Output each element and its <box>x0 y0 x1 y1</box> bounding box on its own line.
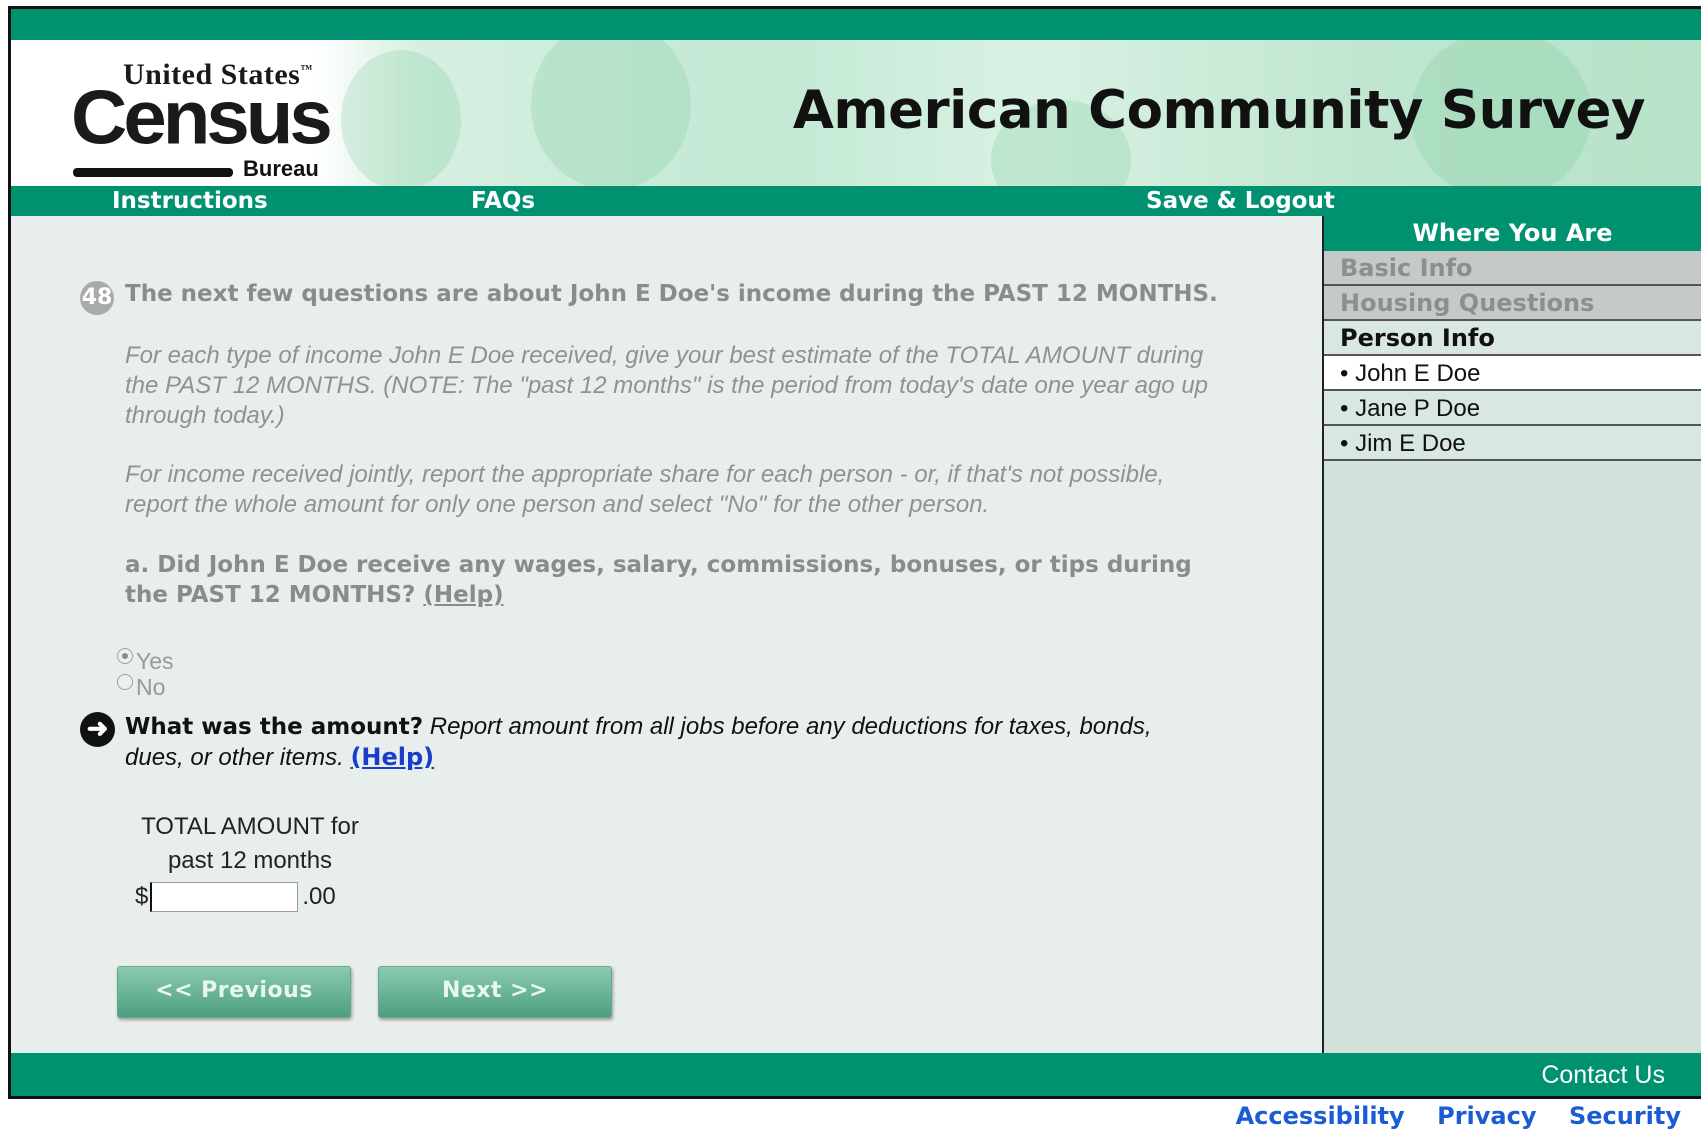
sub-question-a-text: a. Did John E Doe receive any wages, sal… <box>125 552 1192 608</box>
option-no[interactable]: No <box>117 673 166 701</box>
logo-bureau: Bureau <box>243 156 319 181</box>
cents-suffix: .00 <box>302 883 336 910</box>
nav-save-logout-link[interactable]: Save & Logout <box>1146 188 1335 214</box>
sub-question-a-help-link[interactable]: (Help) <box>423 582 503 608</box>
total-amount-label-line2: past 12 months <box>167 847 333 874</box>
banner-decoration <box>341 50 461 186</box>
option-no-label: No <box>136 674 166 700</box>
question-text: The next few questions are about John E … <box>125 281 1218 307</box>
option-yes-label: Yes <box>136 648 174 674</box>
question-number-badge: 48 <box>80 281 114 315</box>
contact-us-link[interactable]: Contact Us <box>1541 1061 1665 1090</box>
amount-question: What was the amount? Report amount from … <box>125 712 1215 773</box>
amount-question-bold: What was the amount? <box>125 714 424 740</box>
next-button[interactable]: Next >> <box>378 966 612 1018</box>
radio-no[interactable] <box>117 673 133 690</box>
amount-entry: $ .00 <box>135 882 336 912</box>
where-you-are-sidebar: Where You Are Basic Info Housing Questio… <box>1322 216 1701 1053</box>
radio-yes[interactable] <box>117 647 133 664</box>
sidebar-heading: Where You Are <box>1324 216 1701 251</box>
amount-help-link[interactable]: (Help) <box>350 743 434 771</box>
nav-faqs-link[interactable]: FAQs <box>471 188 535 214</box>
footer-links: Accessibility Privacy Security <box>1208 1102 1681 1130</box>
sidebar-item-housing-questions[interactable]: Housing Questions <box>1324 286 1701 321</box>
header-banner: United States™ Census Bureau American Co… <box>11 40 1701 186</box>
arrow-right-icon: ➜ <box>80 712 115 747</box>
total-amount-label-line1: TOTAL AMOUNT for <box>141 813 359 840</box>
logo-underline <box>73 168 233 177</box>
sub-question-a: a. Did John E Doe receive any wages, sal… <box>125 550 1215 610</box>
census-bureau-logo: United States™ Census Bureau <box>61 58 333 181</box>
amount-input[interactable] <box>150 882 299 912</box>
sidebar-item-person-info[interactable]: Person Info <box>1324 321 1701 356</box>
previous-button[interactable]: << Previous <box>117 966 351 1018</box>
instruction-paragraph-2: For income received jointly, report the … <box>125 461 1165 518</box>
option-yes[interactable]: Yes <box>117 647 174 675</box>
nav-instructions-link[interactable]: Instructions <box>112 188 268 214</box>
total-amount-label: TOTAL AMOUNT for past 12 months <box>125 810 375 878</box>
sidebar-item-basic-info[interactable]: Basic Info <box>1324 251 1701 286</box>
footer-bar: Contact Us <box>11 1053 1701 1096</box>
logo-census: Census <box>71 73 333 161</box>
banner-decoration <box>531 40 691 186</box>
instruction-paragraph-1: For each type of income John E Doe recei… <box>125 342 1209 429</box>
top-navigation: Instructions FAQs Save & Logout <box>11 186 1701 216</box>
privacy-link[interactable]: Privacy <box>1437 1102 1536 1130</box>
sidebar-person-jane[interactable]: • Jane P Doe <box>1324 391 1701 426</box>
security-link[interactable]: Security <box>1569 1102 1681 1130</box>
sidebar-person-jim[interactable]: • Jim E Doe <box>1324 426 1701 461</box>
top-bar <box>11 9 1701 40</box>
accessibility-link[interactable]: Accessibility <box>1236 1102 1405 1130</box>
survey-title: American Community Survey <box>792 80 1646 141</box>
currency-symbol: $ <box>135 883 149 910</box>
sidebar-person-john[interactable]: • John E Doe <box>1324 356 1701 391</box>
